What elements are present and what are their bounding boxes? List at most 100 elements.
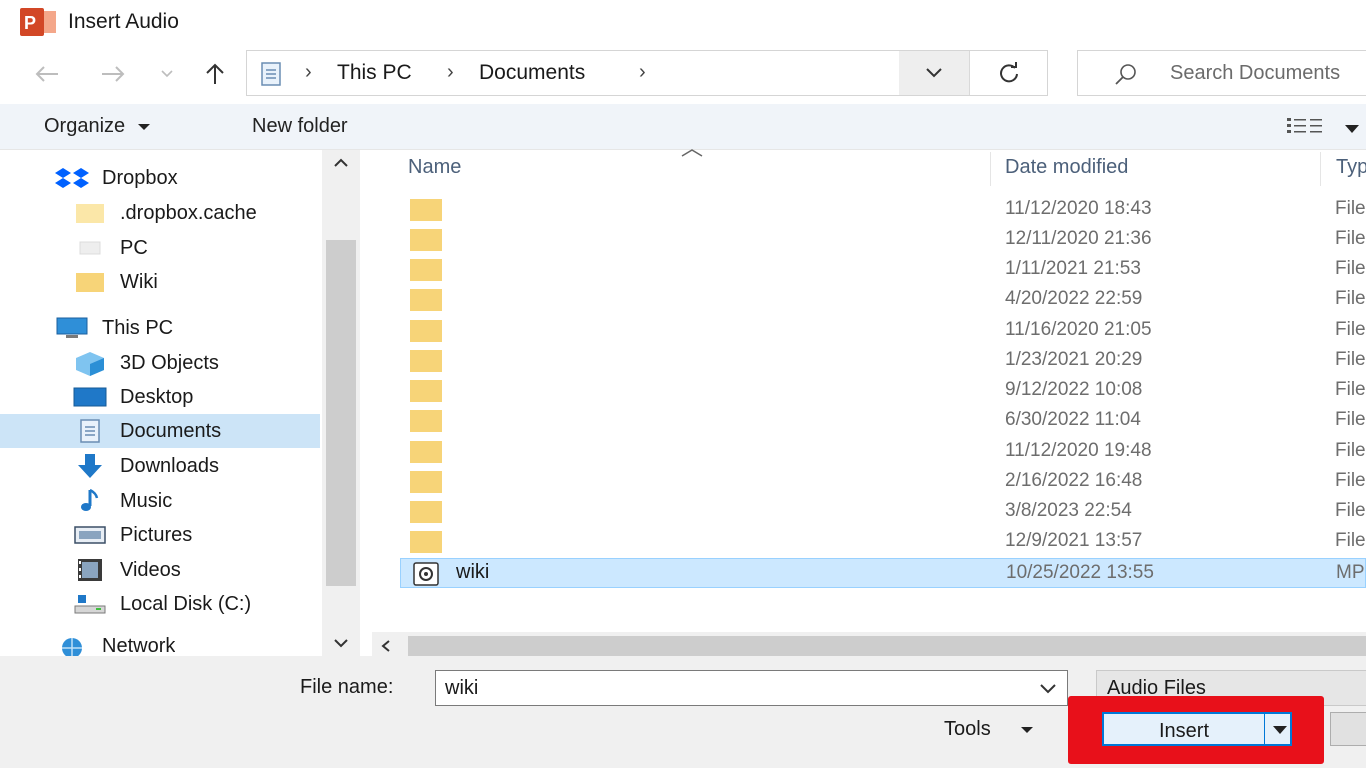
nav-item-label: Pictures: [120, 523, 193, 546]
nav-item-this-pc[interactable]: This PC: [54, 311, 173, 345]
back-arrow-icon: [35, 66, 58, 82]
folder-icon: [410, 350, 442, 372]
nav-item-downloads[interactable]: Downloads: [72, 449, 219, 483]
forward-button[interactable]: [96, 58, 130, 90]
scroll-down-icon[interactable]: [333, 638, 349, 648]
nav-item-label: Documents: [120, 419, 222, 442]
file-row[interactable]: 3/8/2023 22:54 File: [400, 497, 1366, 527]
file-row[interactable]: 1/23/2021 20:29 File: [400, 346, 1366, 376]
nav-item-label: This PC: [102, 316, 174, 339]
breadcrumb-separator-icon: ›: [305, 61, 312, 83]
nav-item-videos[interactable]: Videos: [72, 553, 181, 587]
nav-item-label: Videos: [120, 558, 181, 581]
view-dropdown[interactable]: [1344, 117, 1360, 140]
folder-icon: [410, 380, 442, 402]
nav-item-label: Local Disk (C:): [120, 592, 252, 615]
column-header-type[interactable]: Typ: [1336, 156, 1366, 179]
nav-item-3d-objects[interactable]: 3D Objects: [72, 346, 219, 380]
search-placeholder: Search Documents: [1170, 62, 1341, 84]
tools-menu[interactable]: Tools: [944, 718, 1034, 741]
file-row[interactable]: 2/16/2022 16:48 File: [400, 467, 1366, 497]
file-type: File: [1335, 349, 1366, 370]
insert-button[interactable]: Insert: [1102, 712, 1292, 746]
file-row[interactable]: 11/12/2020 19:48 File: [400, 437, 1366, 467]
address-bar[interactable]: › This PC › Documents ›: [246, 50, 1048, 96]
date-modified: 11/12/2020 19:48: [1005, 440, 1152, 461]
music-icon: [72, 488, 108, 514]
file-type: File: [1335, 409, 1366, 430]
audio-file-icon: [413, 562, 439, 586]
file-type: File: [1335, 500, 1366, 521]
file-row[interactable]: 12/9/2021 13:57 File: [400, 527, 1366, 557]
file-type: File: [1335, 288, 1366, 309]
organize-menu[interactable]: Organize: [44, 115, 151, 138]
column-header-date-modified[interactable]: Date modified: [1005, 156, 1128, 179]
nav-scroll-thumb[interactable]: [326, 240, 356, 586]
file-type: File: [1335, 228, 1366, 249]
new-folder-button[interactable]: New folder: [252, 115, 348, 138]
date-modified: 9/12/2022 10:08: [1005, 379, 1143, 400]
folder-icon: [410, 229, 442, 251]
caret-down-icon[interactable]: [1272, 725, 1288, 735]
nav-item-pc[interactable]: PC: [72, 231, 148, 265]
breadcrumb-documents[interactable]: Documents: [479, 61, 585, 85]
nav-item-music[interactable]: Music: [72, 484, 172, 518]
network-icon: [54, 634, 90, 658]
file-name-value: wiki: [445, 677, 479, 699]
nav-item-label: 3D Objects: [120, 351, 219, 374]
breadcrumb-separator-icon: ›: [447, 61, 454, 83]
file-row[interactable]: 12/11/2020 21:36 File: [400, 225, 1366, 255]
dropbox-icon: [54, 165, 90, 191]
recent-locations-button[interactable]: [152, 58, 182, 90]
nav-item-pictures[interactable]: Pictures: [72, 518, 192, 552]
date-modified: 1/11/2021 21:53: [1005, 258, 1141, 279]
nav-item-label: Music: [120, 489, 173, 512]
horizontal-scroll-thumb[interactable]: [408, 636, 1366, 656]
search-box[interactable]: Search Documents: [1077, 50, 1366, 96]
nav-item-desktop[interactable]: Desktop: [72, 380, 193, 414]
file-row[interactable]: 9/12/2022 10:08 File: [400, 376, 1366, 406]
date-modified: 6/30/2022 11:04: [1005, 409, 1141, 430]
file-type: File: [1335, 379, 1366, 400]
folder-icon: [410, 289, 442, 311]
file-row[interactable]: 4/20/2022 22:59 File: [400, 285, 1366, 315]
breadcrumb-this-pc[interactable]: This PC: [337, 61, 412, 85]
date-modified: 10/25/2022 13:55: [1006, 562, 1154, 583]
date-modified: 11/12/2020 18:43: [1005, 198, 1152, 219]
file-row[interactable]: 11/12/2020 18:43 File: [400, 195, 1366, 225]
address-history-dropdown[interactable]: [899, 51, 969, 95]
file-name-input[interactable]: wiki: [435, 670, 1068, 706]
file-type: File: [1335, 440, 1366, 461]
scroll-up-icon[interactable]: [333, 158, 349, 168]
nav-item-label: Network: [102, 634, 176, 657]
chevron-down-icon: [926, 68, 942, 78]
title-bar: [0, 0, 1366, 46]
nav-item-dropbox[interactable]: Dropbox: [54, 161, 178, 195]
nav-item-network[interactable]: Network: [54, 634, 175, 658]
refresh-button[interactable]: [970, 51, 1048, 95]
folder-icon: [410, 441, 442, 463]
documents-icon: [261, 62, 281, 86]
cancel-button[interactable]: [1330, 712, 1366, 746]
nav-item-wiki[interactable]: Wiki: [72, 265, 158, 299]
file-type: File: [1335, 319, 1366, 340]
chevron-down-icon[interactable]: [1039, 683, 1057, 695]
folder-icon: [410, 531, 442, 553]
forward-arrow-icon: [102, 66, 125, 82]
file-row[interactable]: 1/11/2021 21:53 File: [400, 255, 1366, 285]
nav-item-dropbox-cache[interactable]: .dropbox.cache: [72, 196, 257, 230]
back-button[interactable]: [30, 58, 64, 90]
file-row[interactable]: 11/16/2020 21:05 File: [400, 316, 1366, 346]
column-divider[interactable]: [1320, 152, 1321, 186]
view-options-button[interactable]: [1286, 116, 1326, 142]
file-row-wiki[interactable]: wiki 10/25/2022 13:55 MP: [400, 558, 1366, 588]
file-row[interactable]: 6/30/2022 11:04 File: [400, 406, 1366, 436]
up-button[interactable]: [198, 58, 232, 90]
nav-item-local-disk[interactable]: Local Disk (C:): [72, 587, 251, 621]
column-header-name[interactable]: Name: [408, 156, 461, 179]
scroll-left-icon[interactable]: [380, 639, 392, 653]
refresh-icon: [1000, 62, 1018, 83]
column-divider[interactable]: [990, 152, 991, 186]
nav-item-documents[interactable]: Documents: [0, 414, 320, 448]
caret-down-icon: [137, 123, 150, 130]
